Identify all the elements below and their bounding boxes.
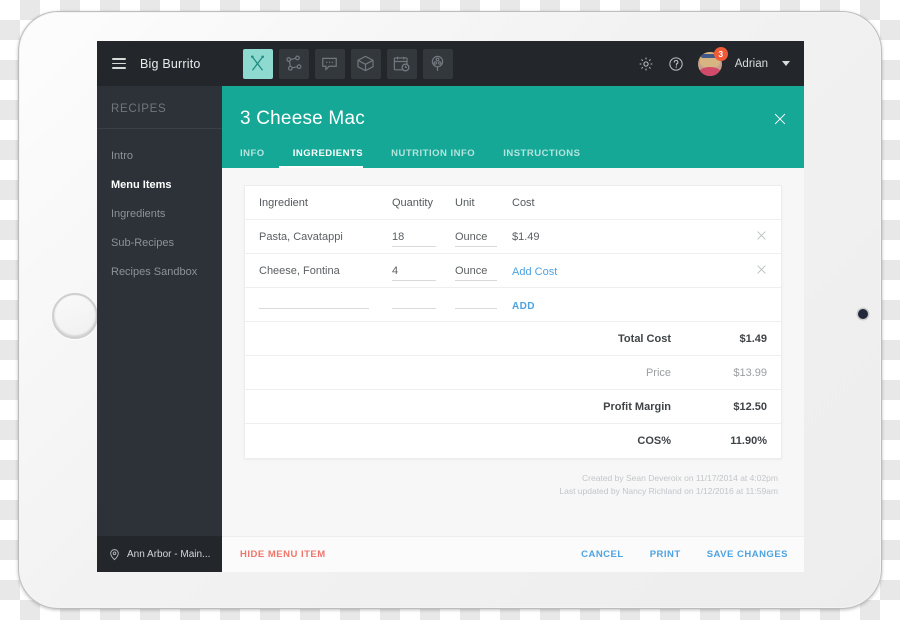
action-bar: HIDE MENU ITEM CANCEL PRINT SAVE CHANGES bbox=[222, 536, 804, 572]
remove-row-icon[interactable] bbox=[756, 228, 767, 246]
cell-remove bbox=[741, 228, 781, 246]
column-header-cost: Cost bbox=[512, 196, 535, 209]
location-selector[interactable]: Ann Arbor - Main... bbox=[97, 536, 222, 572]
summary-row-cos-percent: COS% 11.90% bbox=[245, 424, 781, 458]
tab-nutrition-info[interactable]: NUTRITION INFO bbox=[377, 148, 489, 168]
hamburger-menu-icon[interactable] bbox=[112, 58, 126, 69]
cell-new-quantity bbox=[392, 296, 455, 314]
action-bar-right: CANCEL PRINT SAVE CHANGES bbox=[581, 549, 788, 560]
sidebar: RECIPES Intro Menu Items Ingredients Sub… bbox=[97, 86, 222, 572]
unit-input[interactable]: Ounce bbox=[455, 265, 497, 281]
nav-calendar-clock-icon[interactable] bbox=[386, 48, 417, 79]
camera-icon bbox=[858, 309, 868, 319]
cell-add-action: ADD bbox=[512, 296, 741, 314]
home-button[interactable] bbox=[52, 293, 98, 339]
panel-body: Ingredient Quantity Unit Cost Pasta, Cav… bbox=[222, 168, 804, 572]
nav-magnifier-people-icon[interactable] bbox=[422, 48, 453, 79]
summary-value: $13.99 bbox=[733, 366, 767, 379]
nav-network-nodes-icon[interactable] bbox=[278, 48, 309, 79]
cell-ingredient: Pasta, Cavatappi bbox=[259, 230, 343, 243]
cell-quantity: 18 bbox=[392, 227, 455, 247]
summary-row-profit-margin: Profit Margin $12.50 bbox=[245, 390, 781, 424]
notification-badge[interactable]: 3 bbox=[713, 46, 728, 61]
new-quantity-input[interactable] bbox=[392, 296, 436, 309]
panel-header: 3 Cheese Mac INFO INGREDIENTS NUTRITION … bbox=[222, 86, 804, 168]
ingredients-table: Ingredient Quantity Unit Cost Pasta, Cav… bbox=[244, 185, 782, 459]
add-cost-link[interactable]: Add Cost bbox=[512, 266, 557, 278]
location-pin-icon bbox=[110, 548, 119, 560]
table-header-row: Ingredient Quantity Unit Cost bbox=[245, 186, 781, 220]
hide-menu-item-button[interactable]: HIDE MENU ITEM bbox=[240, 549, 326, 560]
unit-input[interactable]: Ounce bbox=[455, 231, 497, 247]
cell-new-unit bbox=[455, 296, 512, 314]
nav-box-package-icon[interactable] bbox=[350, 48, 381, 79]
cell-remove bbox=[741, 262, 781, 280]
summary-label: Profit Margin bbox=[603, 400, 671, 413]
sidebar-title: RECIPES bbox=[111, 103, 167, 115]
nav-utensils-icon[interactable] bbox=[242, 48, 273, 79]
nav-chat-bubble-icon[interactable] bbox=[314, 48, 345, 79]
summary-row-price: Price $13.99 bbox=[245, 356, 781, 390]
summary-value: $1.49 bbox=[739, 332, 767, 345]
top-navigation-bar: Big Burrito 3 Adrian bbox=[97, 41, 804, 86]
cell-unit: Ounce bbox=[455, 261, 512, 281]
quantity-input[interactable]: 18 bbox=[392, 231, 436, 247]
summary-row-total-cost: Total Cost $1.49 bbox=[245, 322, 781, 356]
quantity-input[interactable]: 4 bbox=[392, 265, 436, 281]
summary-label: COS% bbox=[637, 435, 671, 447]
cell-unit: Ounce bbox=[455, 227, 512, 247]
username-label[interactable]: Adrian bbox=[735, 58, 768, 70]
gear-icon[interactable] bbox=[638, 55, 655, 72]
cell-quantity: 4 bbox=[392, 261, 455, 281]
new-ingredient-input[interactable] bbox=[259, 296, 369, 309]
summary-value: $12.50 bbox=[733, 400, 767, 413]
column-header-unit: Unit bbox=[455, 196, 475, 209]
tab-info[interactable]: INFO bbox=[240, 148, 279, 168]
chevron-down-icon[interactable] bbox=[782, 61, 790, 66]
page-title: 3 Cheese Mac bbox=[240, 108, 365, 129]
summary-label: Price bbox=[645, 366, 671, 379]
tab-bar: INFO INGREDIENTS NUTRITION INFO INSTRUCT… bbox=[240, 148, 594, 168]
tab-ingredients[interactable]: INGREDIENTS bbox=[278, 148, 377, 168]
cell-ingredient: Cheese, Fontina bbox=[259, 264, 340, 277]
cell-new-ingredient bbox=[259, 296, 392, 314]
nav-icon-group bbox=[242, 48, 453, 79]
table-row: Pasta, Cavatappi 18 Ounce $1.49 bbox=[245, 220, 781, 254]
cell-cost: $1.49 bbox=[512, 230, 540, 243]
sidebar-item-intro[interactable]: Intro bbox=[97, 141, 222, 170]
top-right-controls: 3 Adrian bbox=[638, 46, 804, 76]
close-icon[interactable] bbox=[773, 112, 787, 126]
avatar[interactable]: 3 bbox=[697, 46, 728, 76]
new-unit-input[interactable] bbox=[455, 296, 497, 309]
location-label: Ann Arbor - Main... bbox=[127, 548, 211, 560]
cell-cost: Add Cost bbox=[512, 262, 741, 280]
record-metadata: Created by Sean Deveroix on 11/17/2014 a… bbox=[244, 459, 782, 498]
column-header-quantity: Quantity bbox=[392, 196, 433, 209]
summary-value: 11.90% bbox=[730, 435, 767, 447]
question-circle-icon[interactable] bbox=[668, 55, 685, 72]
cancel-button[interactable]: CANCEL bbox=[581, 549, 624, 560]
created-by-text: Created by Sean Deveroix on 11/17/2014 a… bbox=[582, 473, 778, 483]
tab-instructions[interactable]: INSTRUCTIONS bbox=[489, 148, 594, 168]
sidebar-item-list: Intro Menu Items Ingredients Sub-Recipes… bbox=[97, 129, 222, 286]
save-changes-button[interactable]: SAVE CHANGES bbox=[707, 549, 788, 560]
sidebar-item-menu-items[interactable]: Menu Items bbox=[97, 170, 222, 199]
remove-row-icon[interactable] bbox=[756, 262, 767, 280]
print-button[interactable]: PRINT bbox=[650, 549, 681, 560]
sidebar-item-ingredients[interactable]: Ingredients bbox=[97, 199, 222, 228]
table-row: Cheese, Fontina 4 Ounce Add Cost bbox=[245, 254, 781, 288]
brand-title: Big Burrito bbox=[140, 56, 201, 71]
column-header-ingredient: Ingredient bbox=[259, 196, 308, 209]
updated-by-text: Last updated by Nancy Richland on 1/12/2… bbox=[559, 486, 778, 497]
table-new-row: ADD bbox=[245, 288, 781, 322]
sidebar-item-recipes-sandbox[interactable]: Recipes Sandbox bbox=[97, 257, 222, 286]
summary-label: Total Cost bbox=[618, 332, 671, 345]
sidebar-item-sub-recipes[interactable]: Sub-Recipes bbox=[97, 228, 222, 257]
add-ingredient-button[interactable]: ADD bbox=[512, 301, 535, 312]
recipe-detail-panel: 3 Cheese Mac INFO INGREDIENTS NUTRITION … bbox=[222, 86, 804, 572]
app-screen: Big Burrito 3 Adrian RECIPES Intro Menu … bbox=[97, 41, 804, 572]
